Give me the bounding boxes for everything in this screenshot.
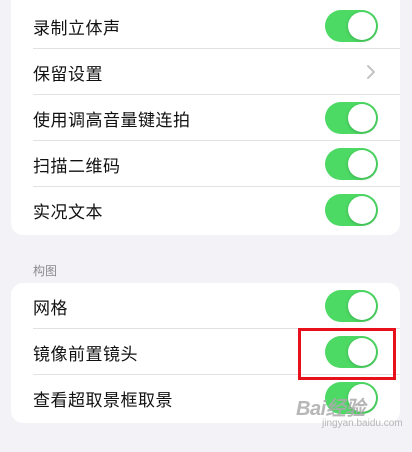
grid-label: 网格 (33, 298, 68, 319)
scan-qr-code-toggle[interactable] (325, 148, 378, 180)
watermark-url: jingyan.baidu.com (322, 418, 403, 429)
watermark-logo-text: Bai经验 (296, 398, 365, 420)
record-stereo-label: 录制立体声 (33, 18, 121, 39)
view-outside-frame-label: 查看超取景框取景 (33, 390, 173, 411)
toggle-knob (348, 104, 376, 132)
preserve-settings-row[interactable]: 保留设置 (11, 49, 400, 95)
live-text-label: 实况文本 (33, 202, 103, 223)
toggle-knob (348, 150, 376, 178)
live-text-row[interactable]: 实况文本 (11, 187, 400, 233)
toggle-knob (348, 196, 376, 224)
highlight-annotation-box (298, 328, 396, 380)
camera-settings-screen: 录制立体声 保留设置 使用调高音量键连拍 扫描二维码 实况文本 构图 网格 镜像… (0, 0, 412, 452)
camera-options-group: 录制立体声 保留设置 使用调高音量键连拍 扫描二维码 实况文本 (11, 0, 400, 235)
toggle-knob (348, 12, 376, 40)
volume-up-burst-row[interactable]: 使用调高音量键连拍 (11, 95, 400, 141)
mirror-front-camera-label: 镜像前置镜头 (33, 344, 138, 365)
volume-up-burst-toggle[interactable] (325, 102, 378, 134)
record-stereo-toggle[interactable] (325, 10, 378, 42)
volume-up-burst-label: 使用调高音量键连拍 (33, 110, 191, 131)
scan-qr-code-label: 扫描二维码 (33, 156, 121, 177)
grid-row[interactable]: 网格 (11, 283, 400, 329)
record-stereo-row[interactable]: 录制立体声 (11, 0, 400, 49)
composition-section-header: 构图 (33, 264, 58, 278)
toggle-knob (348, 292, 376, 320)
chevron-right-icon (367, 65, 375, 79)
grid-toggle[interactable] (325, 290, 378, 322)
live-text-toggle[interactable] (325, 194, 378, 226)
preserve-settings-label: 保留设置 (33, 64, 103, 85)
baidu-watermark: Bai经验 jingyan.baidu.com (296, 388, 408, 440)
scan-qr-code-row[interactable]: 扫描二维码 (11, 141, 400, 187)
